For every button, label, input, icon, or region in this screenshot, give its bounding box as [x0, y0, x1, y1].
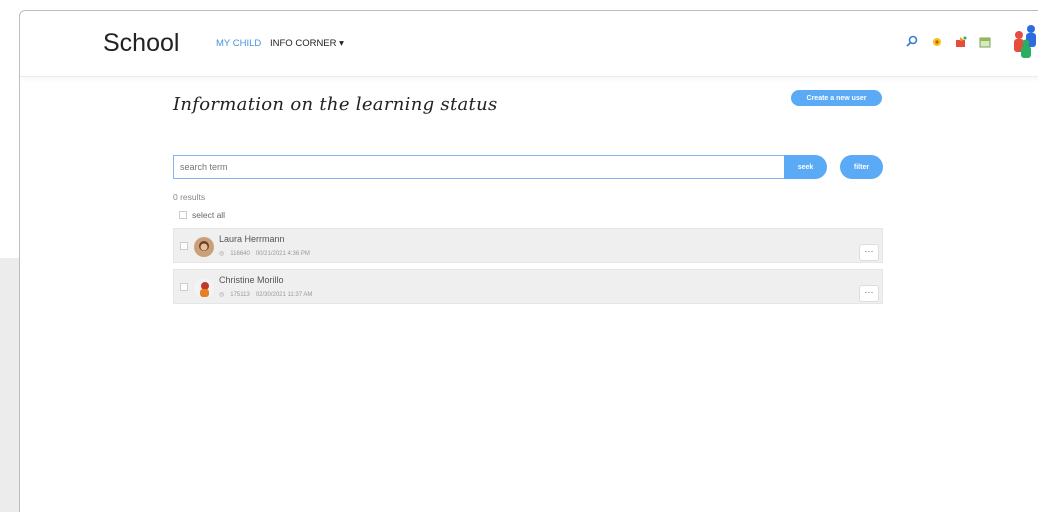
- avatar: [194, 237, 214, 257]
- create-user-button[interactable]: Create a new user: [791, 90, 882, 106]
- list-item-id: 175113: [230, 291, 250, 298]
- results-count: 0 results: [173, 192, 206, 202]
- page-title: Information on the learning status: [173, 94, 498, 115]
- search-icon[interactable]: [905, 35, 919, 49]
- user-group-avatar-icon[interactable]: [1010, 23, 1038, 59]
- brand-logo[interactable]: School: [103, 29, 179, 58]
- id-icon: ◎: [219, 292, 225, 298]
- more-options-button[interactable]: ···: [859, 285, 879, 302]
- list-item-name[interactable]: Laura Herrmann: [219, 234, 285, 244]
- nav-info-corner[interactable]: INFO CORNER ▾: [270, 38, 344, 49]
- search-input[interactable]: [173, 155, 785, 179]
- settings-icon[interactable]: [930, 35, 944, 49]
- filter-button[interactable]: filter: [840, 155, 883, 179]
- id-icon: ◎: [219, 251, 225, 257]
- select-all-checkbox[interactable]: [179, 211, 187, 219]
- list-item-date: 00/21/2021 4:36 PM: [255, 250, 310, 257]
- row-checkbox[interactable]: [180, 242, 188, 250]
- list-item[interactable]: Laura Herrmann ◎ 116640 00/21/2021 4:36 …: [173, 228, 883, 263]
- list-item-date: 02/30/2021 11:37 AM: [255, 291, 313, 298]
- select-all-label: select all: [192, 210, 226, 220]
- list-item-name[interactable]: Christine Morillo: [219, 275, 284, 285]
- more-options-button[interactable]: ···: [859, 244, 879, 261]
- seek-button[interactable]: seek: [784, 155, 827, 179]
- top-nav-bar: School MY CHILD INFO CORNER ▾: [20, 11, 1038, 77]
- notification-icon[interactable]: [954, 35, 968, 49]
- row-checkbox[interactable]: [180, 283, 188, 291]
- list-item-id: 116640: [230, 250, 250, 257]
- chevron-down-icon: ▾: [339, 38, 344, 49]
- app-window: School MY CHILD INFO CORNER ▾ Informatio…: [19, 10, 1038, 512]
- list-item[interactable]: Christine Morillo ◎ 175113 02/30/2021 11…: [173, 269, 883, 304]
- calendar-icon[interactable]: [978, 35, 992, 49]
- nav-info-corner-label: INFO CORNER: [270, 38, 337, 49]
- avatar: [194, 278, 214, 298]
- select-all[interactable]: select all: [179, 210, 225, 220]
- list-item-meta: ◎ 175113 02/30/2021 11:37 AM: [219, 291, 313, 299]
- list-item-meta: ◎ 116640 00/21/2021 4:36 PM: [219, 250, 310, 258]
- nav-my-child[interactable]: MY CHILD: [216, 38, 261, 49]
- background-panel: [0, 258, 20, 512]
